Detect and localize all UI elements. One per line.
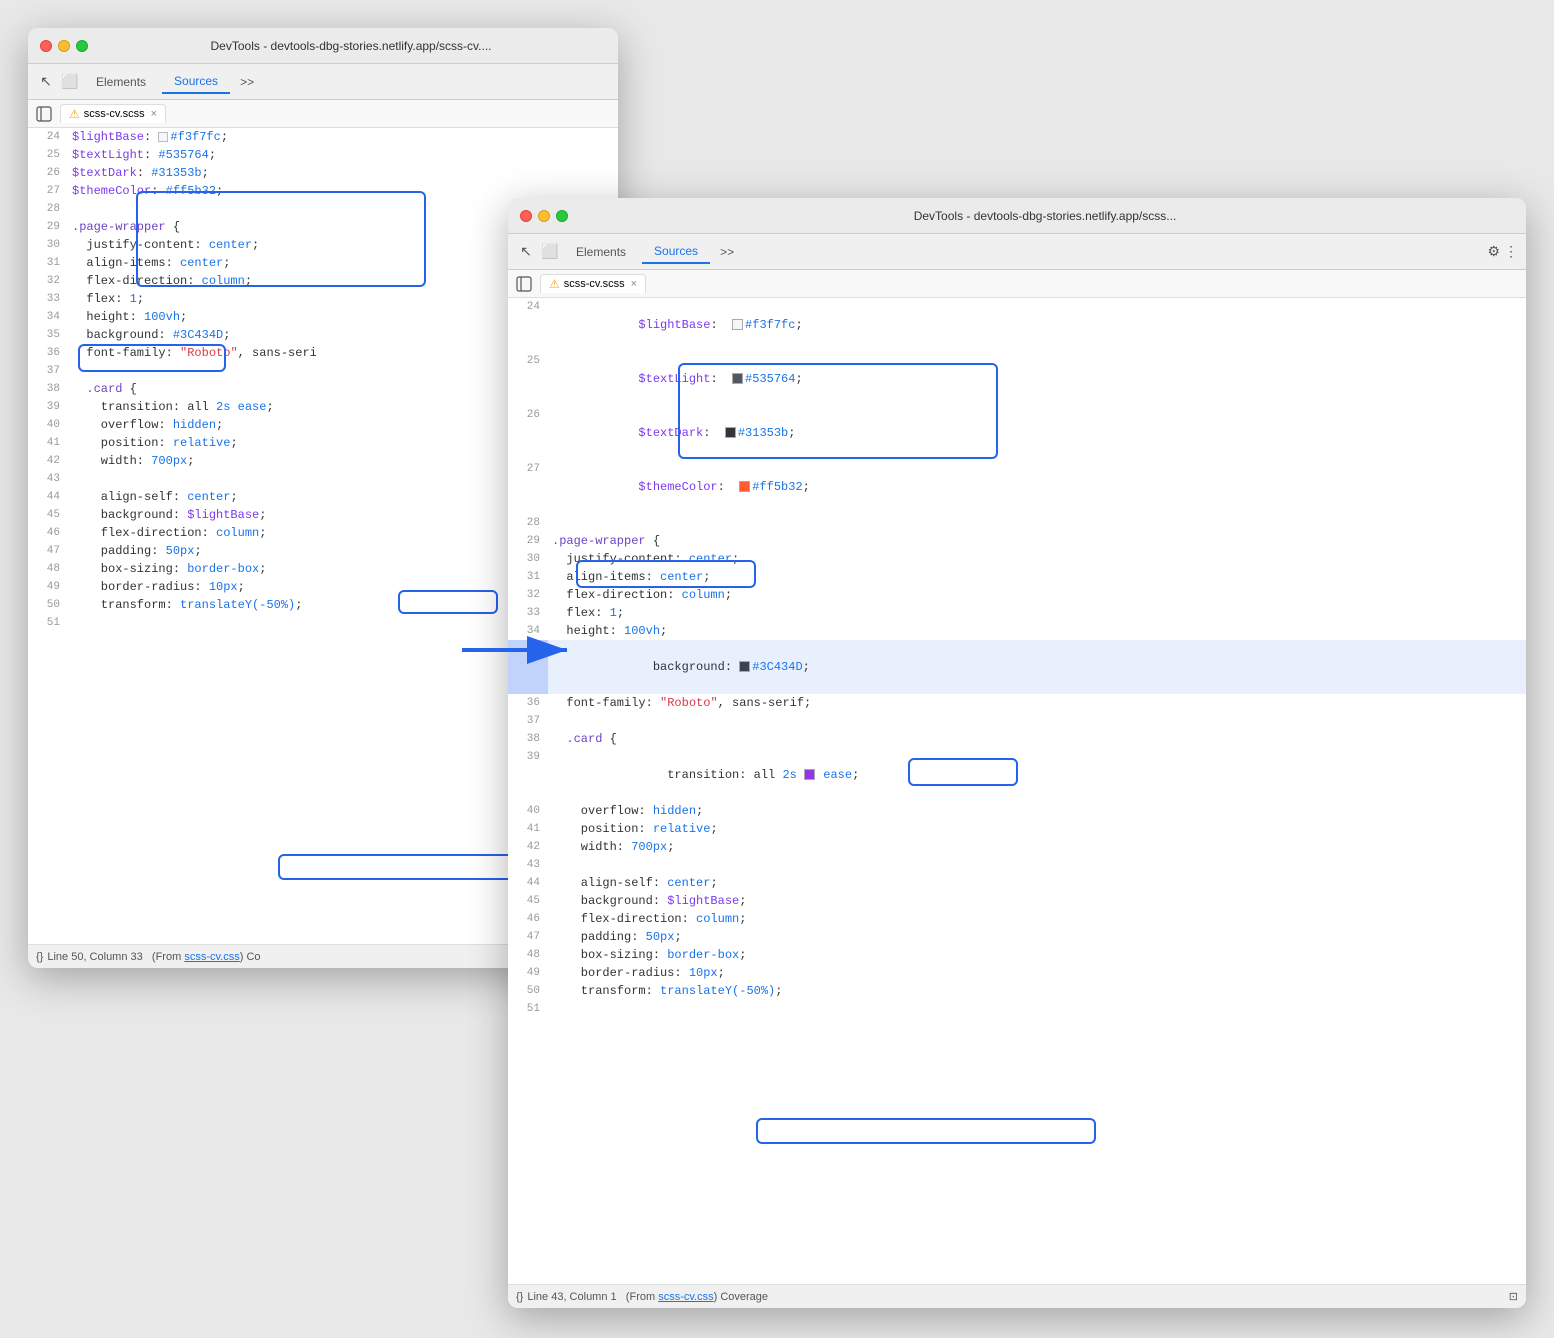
minimize-button-2[interactable] xyxy=(538,210,550,222)
table-row: 37 xyxy=(508,712,1526,730)
status-link-1[interactable]: scss-cv.css xyxy=(184,951,239,963)
table-row: 25 $textLight: #535764; xyxy=(28,146,618,164)
tab-more-1[interactable]: >> xyxy=(234,73,260,91)
file-tab-label-2: scss-cv.scss xyxy=(564,278,625,290)
traffic-lights-1 xyxy=(40,40,88,52)
close-button-2[interactable] xyxy=(520,210,532,222)
code-area-2: 24 $lightBase: #f3f7fc; 25 $textLight: #… xyxy=(508,298,1526,1284)
table-row: 42 width: 700px; xyxy=(508,838,1526,856)
table-row: 40 overflow: hidden; xyxy=(508,802,1526,820)
maximize-button-1[interactable] xyxy=(76,40,88,52)
titlebar-1: DevTools - devtools-dbg-stories.netlify.… xyxy=(28,28,618,64)
maximize-button-2[interactable] xyxy=(556,210,568,222)
table-row: 26 $textDark: #31353b; xyxy=(508,406,1526,460)
file-tabs-2: ⚠ scss-cv.scss × xyxy=(508,270,1526,298)
table-row: 44 align-self: center; xyxy=(508,874,1526,892)
inspect-icon-2[interactable]: ⬜ xyxy=(540,242,560,262)
table-row: 43 xyxy=(508,856,1526,874)
table-row: 24 $lightBase: #f3f7fc; xyxy=(28,128,618,146)
file-tabs-1: ⚠ scss-cv.scss × xyxy=(28,100,618,128)
tab-sources-1[interactable]: Sources xyxy=(162,70,230,94)
table-row: 39 transition: all 2s ease; xyxy=(508,748,1526,802)
table-row: 36 font-family: "Roboto", sans-serif; xyxy=(508,694,1526,712)
tab-sources-2[interactable]: Sources xyxy=(642,240,710,264)
code-table-2: 24 $lightBase: #f3f7fc; 25 $textLight: #… xyxy=(508,298,1526,1018)
titlebar-2: DevTools - devtools-dbg-stories.netlify.… xyxy=(508,198,1526,234)
sidebar-toggle-1[interactable] xyxy=(34,104,54,124)
close-button-1[interactable] xyxy=(40,40,52,52)
table-row: 41 position: relative; xyxy=(508,820,1526,838)
devtools-tabs-1: ↖ ⬜ Elements Sources >> xyxy=(28,64,618,100)
window-title-1: DevTools - devtools-dbg-stories.netlify.… xyxy=(96,39,606,53)
status-brackets-1: {} xyxy=(36,951,43,963)
table-row: 26 $textDark: #31353b; xyxy=(28,164,618,182)
status-text-1: Line 50, Column 33 (From scss-cv.css) Co xyxy=(47,951,260,963)
table-row: 31 align-items: center; xyxy=(508,568,1526,586)
table-row: 33 flex: 1; xyxy=(508,604,1526,622)
table-row: 25 $textLight: #535764; xyxy=(508,352,1526,406)
table-row: 50 transform: translateY(-50%); xyxy=(508,982,1526,1000)
table-row: 51 xyxy=(508,1000,1526,1018)
table-row: 28 xyxy=(508,514,1526,532)
status-brackets-2: {} xyxy=(516,1291,523,1303)
traffic-lights-2 xyxy=(520,210,568,222)
table-row: 49 border-radius: 10px; xyxy=(508,964,1526,982)
gear-icon[interactable]: ⚙ xyxy=(1487,243,1500,260)
sidebar-toggle-2[interactable] xyxy=(514,274,534,294)
status-text-2: Line 43, Column 1 (From scss-cv.css) Cov… xyxy=(527,1291,768,1303)
warning-icon-1: ⚠ xyxy=(69,107,80,121)
close-tab-1[interactable]: × xyxy=(151,108,157,120)
devtools-window-2: DevTools - devtools-dbg-stories.netlify.… xyxy=(508,198,1526,1308)
table-row: 35 background: #3C434D; xyxy=(508,640,1526,694)
inspect-icon[interactable]: ⬜ xyxy=(60,72,80,92)
status-icon-right: ⊡ xyxy=(1509,1290,1518,1303)
file-tab-1[interactable]: ⚠ scss-cv.scss × xyxy=(60,104,166,123)
table-row: 45 background: $lightBase; xyxy=(508,892,1526,910)
file-tab-2[interactable]: ⚠ scss-cv.scss × xyxy=(540,274,646,293)
tab-elements-1[interactable]: Elements xyxy=(84,71,158,93)
table-row: 27 $themeColor: #ff5b32; xyxy=(508,460,1526,514)
file-tab-label-1: scss-cv.scss xyxy=(84,108,145,120)
status-bar-2: {} Line 43, Column 1 (From scss-cv.css) … xyxy=(508,1284,1526,1308)
table-row: 29 .page-wrapper { xyxy=(508,532,1526,550)
table-row: 30 justify-content: center; xyxy=(508,550,1526,568)
table-row: 47 padding: 50px; xyxy=(508,928,1526,946)
table-row: 32 flex-direction: column; xyxy=(508,586,1526,604)
minimize-button-1[interactable] xyxy=(58,40,70,52)
tab-elements-2[interactable]: Elements xyxy=(564,241,638,263)
cursor-icon[interactable]: ↖ xyxy=(36,72,56,92)
warning-icon-2: ⚠ xyxy=(549,277,560,291)
cursor-icon-2[interactable]: ↖ xyxy=(516,242,536,262)
tab-more-2[interactable]: >> xyxy=(714,243,740,261)
close-tab-2[interactable]: × xyxy=(631,278,637,290)
devtools-tabs-2: ↖ ⬜ Elements Sources >> ⚙ ⋮ xyxy=(508,234,1526,270)
table-row: 46 flex-direction: column; xyxy=(508,910,1526,928)
dots-icon[interactable]: ⋮ xyxy=(1504,243,1518,260)
window-title-2: DevTools - devtools-dbg-stories.netlify.… xyxy=(576,209,1514,223)
table-row: 48 box-sizing: border-box; xyxy=(508,946,1526,964)
table-row: 24 $lightBase: #f3f7fc; xyxy=(508,298,1526,352)
status-link-2[interactable]: scss-cv.css xyxy=(658,1291,713,1303)
table-row: 38 .card { xyxy=(508,730,1526,748)
table-row: 34 height: 100vh; xyxy=(508,622,1526,640)
